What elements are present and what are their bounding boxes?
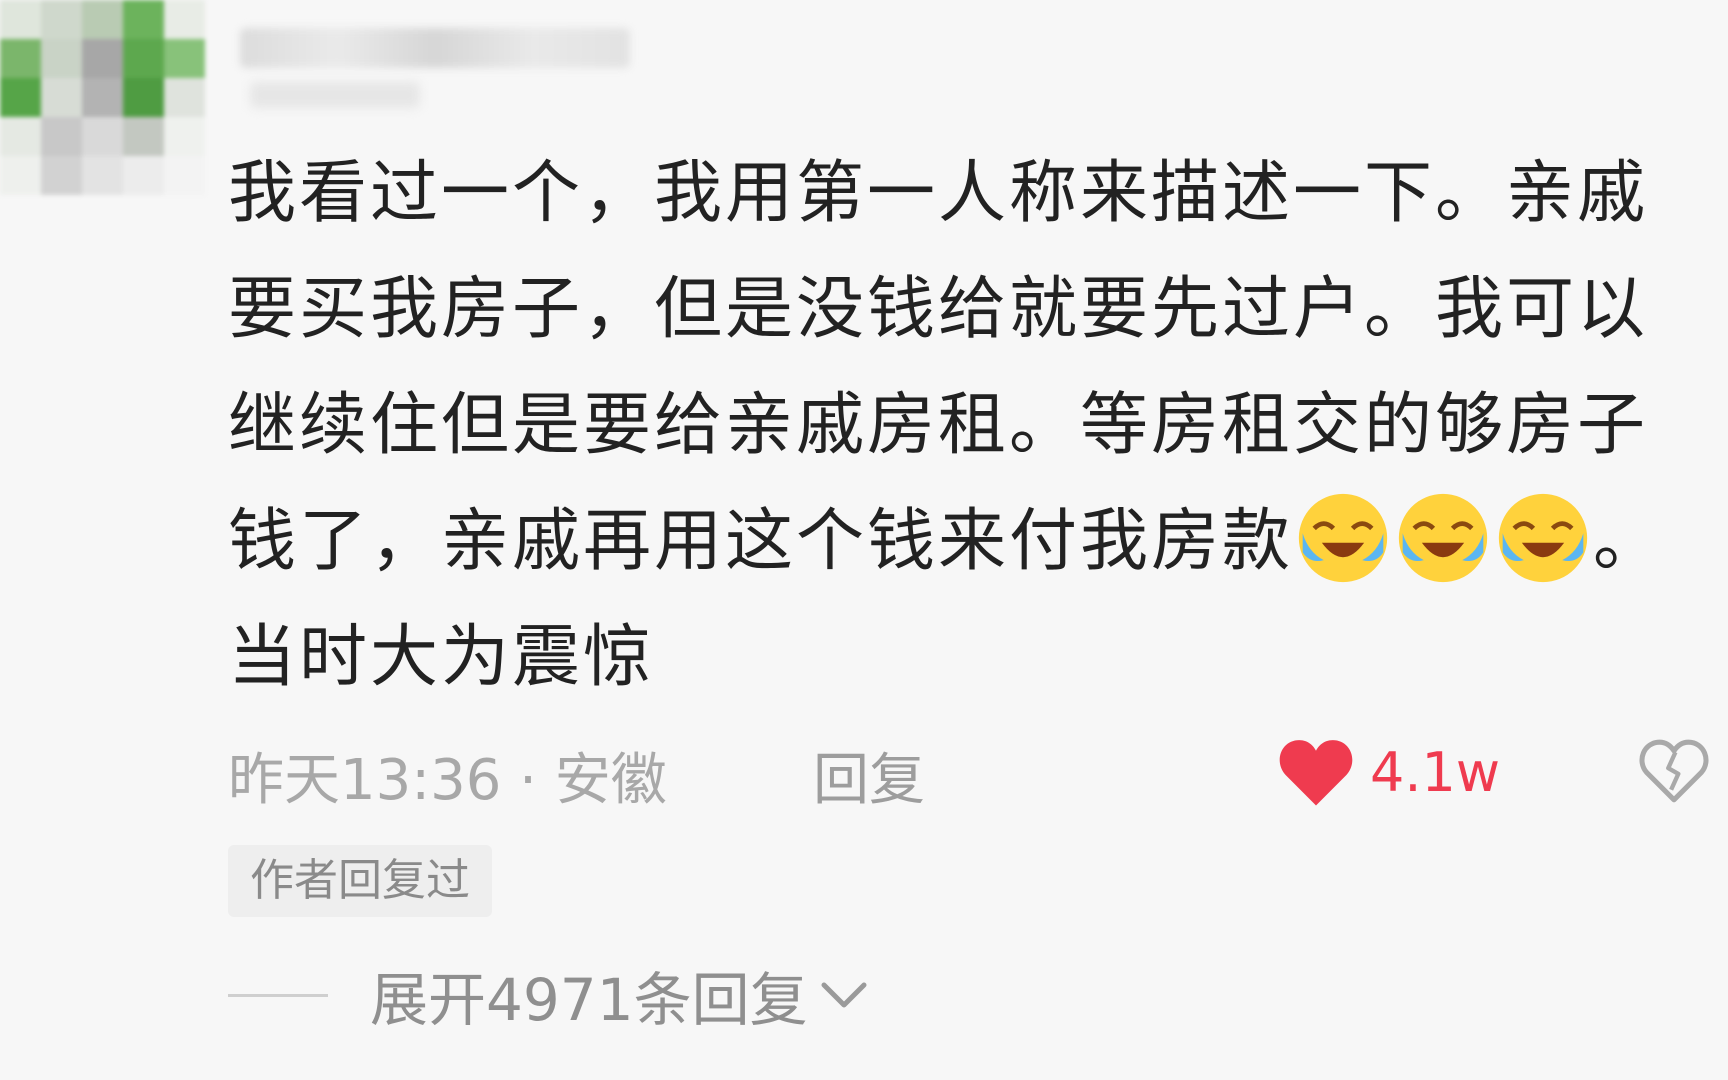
expand-replies-button[interactable]: 展开4971条回复 — [228, 955, 870, 1035]
divider-line — [228, 993, 328, 997]
avatar[interactable] — [0, 0, 205, 195]
reply-button[interactable]: 回复 — [813, 735, 925, 816]
comment-time-location: 昨天13:36 · 安徽 — [228, 748, 667, 813]
chevron-down-icon[interactable] — [818, 975, 870, 1015]
heart-icon[interactable] — [1278, 737, 1354, 807]
broken-heart-icon[interactable] — [1638, 735, 1710, 807]
expand-replies-label[interactable]: 展开4971条回复 — [370, 953, 808, 1037]
user-subtitle-blurred — [250, 82, 420, 108]
laugh-cry-emoji-icon — [1498, 493, 1588, 583]
comment-meta-row: 昨天13:36 · 安徽 回复 4.1w — [228, 735, 1710, 816]
like-count: 4.1w — [1370, 740, 1501, 804]
laugh-cry-emoji-icon — [1298, 493, 1388, 583]
like-button[interactable]: 4.1w — [1278, 737, 1500, 807]
author-replied-badge: 作者回复过 — [228, 845, 492, 917]
comment-text: 我看过一个，我用第一人称来描述一下。亲戚要买我房子，但是没钱给就要先过户。我可以… — [228, 136, 1678, 716]
username-blurred[interactable] — [240, 28, 630, 68]
laugh-cry-emoji-icon — [1398, 493, 1488, 583]
